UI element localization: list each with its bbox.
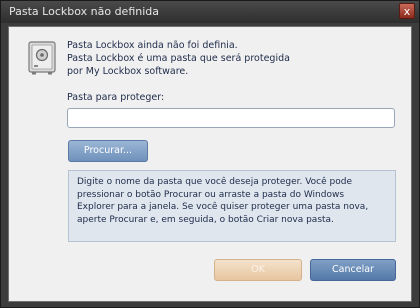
- help-line: aperte Procurar e, em seguida, o botão C…: [77, 214, 334, 225]
- folder-path-input[interactable]: [67, 108, 395, 128]
- safe-icon: [28, 41, 56, 75]
- cancel-button[interactable]: Cancelar: [310, 259, 396, 281]
- window-title: Pasta Lockbox não definida: [9, 5, 159, 18]
- folder-field-label: Pasta para proteger:: [67, 92, 165, 103]
- ok-button[interactable]: OK: [214, 259, 302, 281]
- intro-line: Pasta Lockbox ainda não foi definia.: [67, 40, 238, 51]
- dialog-body: Pasta Lockbox ainda não foi definia. Pas…: [8, 26, 412, 302]
- help-line: Explorer para a janela. Se você quiser p…: [77, 202, 369, 212]
- intro-line: Pasta Lockbox é uma pasta que será prote…: [67, 53, 290, 64]
- help-text-box: Digite o nome da pasta que você deseja p…: [68, 170, 396, 242]
- close-icon: x: [403, 5, 411, 18]
- help-line: pressionar o botão Procurar ou arraste a…: [77, 189, 345, 200]
- intro-text: Pasta Lockbox ainda não foi definia. Pas…: [67, 39, 367, 78]
- intro-line: por My Lockbox software.: [67, 66, 189, 77]
- title-bar[interactable]: Pasta Lockbox não definida x: [1, 1, 419, 23]
- close-button[interactable]: x: [399, 3, 415, 19]
- browse-button[interactable]: Procurar...: [68, 140, 148, 162]
- help-line: Digite o nome da pasta que você deseja p…: [77, 177, 352, 187]
- dialog-window: Pasta Lockbox não definida x Pasta Lockb…: [0, 0, 420, 308]
